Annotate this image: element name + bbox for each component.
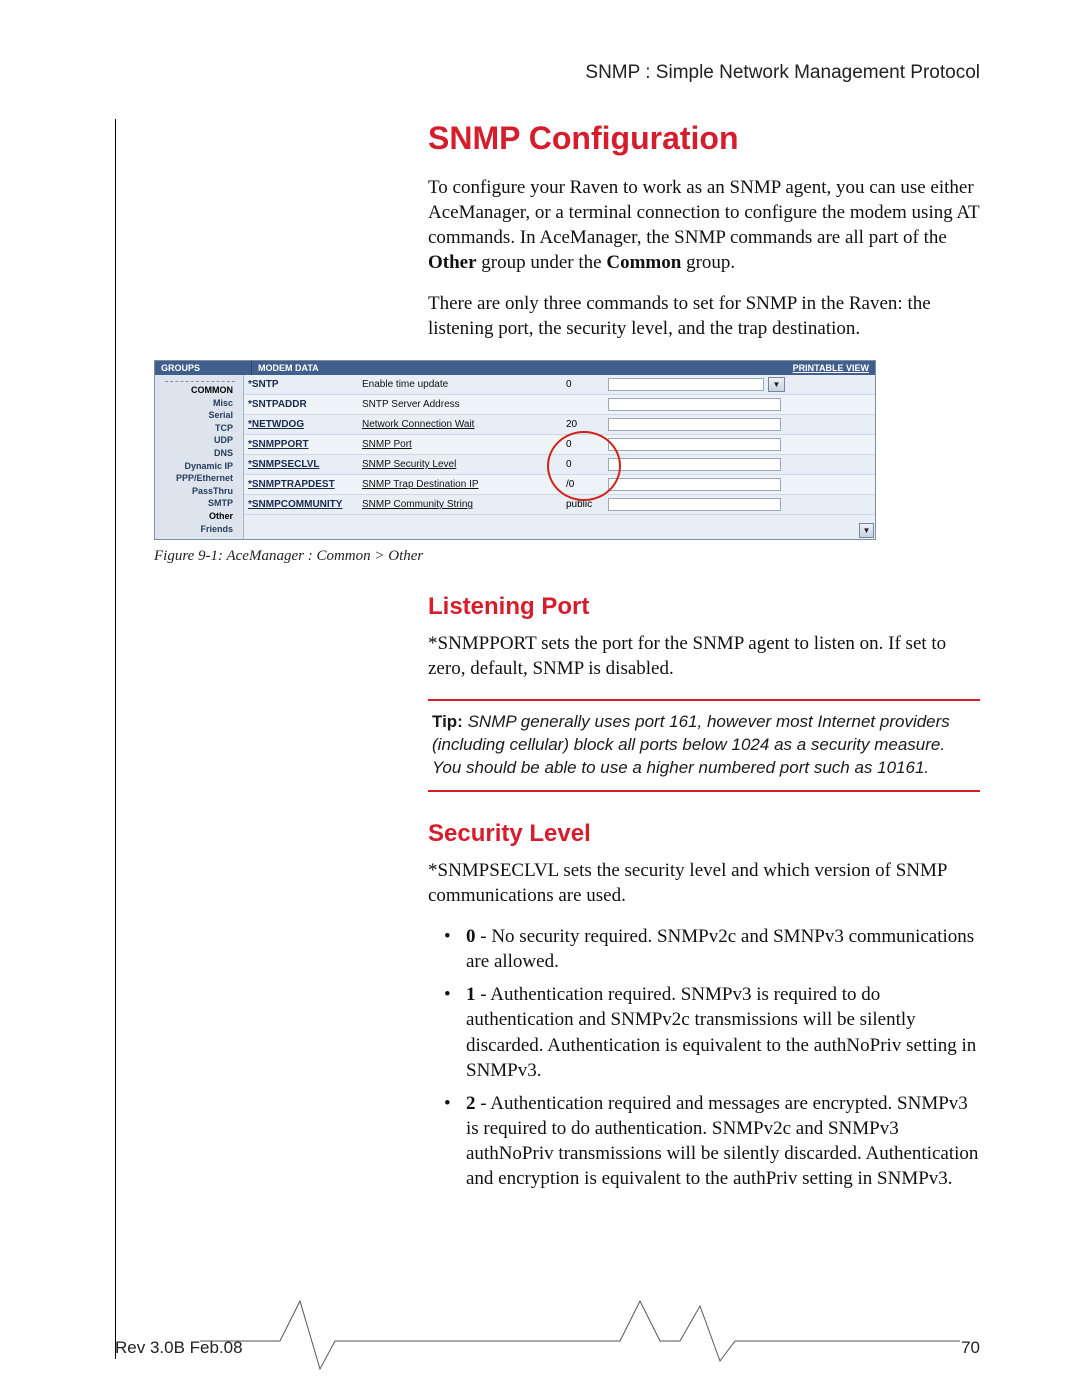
ace-side-passthru[interactable]: PassThru <box>155 485 239 498</box>
row-name[interactable]: *NETWDOG <box>248 419 358 430</box>
ace-header-groups: GROUPS <box>155 361 252 375</box>
ace-side-ppp[interactable]: PPP/Ethernet <box>155 472 239 485</box>
tip-label: Tip: <box>432 712 463 731</box>
security-level-list: 0 - No security required. SNMPv2c and SM… <box>444 924 980 1191</box>
row-desc[interactable]: SNMP Security Level <box>362 459 562 470</box>
row-desc: Enable time update <box>362 379 562 390</box>
ace-side-serial[interactable]: Serial <box>155 409 239 422</box>
ace-side-common[interactable]: COMMON <box>155 384 239 397</box>
row-desc[interactable]: Network Connection Wait <box>362 419 562 430</box>
heading-security-level: Security Level <box>428 820 980 848</box>
row-desc[interactable]: SNMP Port <box>362 439 562 450</box>
row-val: 20 <box>566 419 604 430</box>
scroll-down-icon[interactable]: ▼ <box>859 523 874 538</box>
acemanager-screenshot: GROUPS MODEM DATA PRINTABLE VIEW COMMON … <box>154 360 876 540</box>
row-input[interactable] <box>608 478 781 491</box>
tip-box: Tip: SNMP generally uses port 161, howev… <box>428 699 980 792</box>
ace-side-other[interactable]: Other <box>155 510 239 523</box>
intro-1c: group under the <box>477 252 607 273</box>
row-input[interactable] <box>608 438 781 451</box>
ace-table-header: GROUPS MODEM DATA PRINTABLE VIEW <box>155 361 875 375</box>
table-row: *SNTP Enable time update 0 ▼ <box>244 375 875 395</box>
row-name[interactable]: *SNMPSECLVL <box>248 459 358 470</box>
page-header-breadcrumb: SNMP : Simple Network Management Protoco… <box>585 62 980 84</box>
intro-paragraph-2: There are only three commands to set for… <box>428 291 980 341</box>
row-name: *SNTPADDR <box>248 399 358 410</box>
table-row: *NETWDOG Network Connection Wait 20 <box>244 415 875 435</box>
sec-lvl-1: 1 <box>466 984 476 1005</box>
row-input[interactable] <box>608 378 764 391</box>
figure-caption: Figure 9-1: AceManager : Common > Other <box>154 548 980 565</box>
table-row: *SNTPADDR SNTP Server Address <box>244 395 875 415</box>
ace-side-dns[interactable]: DNS <box>155 447 239 460</box>
ace-side-udp[interactable]: UDP <box>155 434 239 447</box>
intro-paragraph-1: To configure your Raven to work as an SN… <box>428 175 980 275</box>
list-item: 2 - Authentication required and messages… <box>444 1091 980 1191</box>
row-desc[interactable]: SNMP Trap Destination IP <box>362 479 562 490</box>
listening-port-para: *SNMPPORT sets the port for the SNMP age… <box>428 631 980 681</box>
ace-side-smtp[interactable]: SMTP <box>155 497 239 510</box>
row-input[interactable] <box>608 498 781 511</box>
decorative-ecg-line <box>200 1291 960 1371</box>
intro-1b: Other <box>428 252 477 273</box>
row-val: 0 <box>566 379 604 390</box>
heading-listening-port: Listening Port <box>428 593 980 621</box>
sec-lvl-0: 0 <box>466 926 476 947</box>
intro-1d: Common <box>606 252 681 273</box>
table-row: *SNMPCOMMUNITY SNMP Community String pub… <box>244 495 875 515</box>
dropdown-icon[interactable]: ▼ <box>768 377 785 392</box>
ace-side-tcp[interactable]: TCP <box>155 422 239 435</box>
sec-txt-0: - No security required. SNMPv2c and SMNP… <box>466 926 974 972</box>
row-name[interactable]: *SNMPTRAPDEST <box>248 479 358 490</box>
row-desc[interactable]: SNMP Community String <box>362 499 562 510</box>
row-input[interactable] <box>608 458 781 471</box>
footer-revision: Rev 3.0B Feb.08 <box>115 1338 243 1358</box>
sec-txt-1: - Authentication required. SNMPv3 is req… <box>466 984 976 1080</box>
row-input[interactable] <box>608 398 781 411</box>
sec-lvl-2: 2 <box>466 1093 476 1114</box>
list-item: 0 - No security required. SNMPv2c and SM… <box>444 924 980 974</box>
row-desc: SNTP Server Address <box>362 399 562 410</box>
row-name[interactable]: *SNMPCOMMUNITY <box>248 499 358 510</box>
tip-text: SNMP generally uses port 161, however mo… <box>432 712 950 777</box>
row-name[interactable]: *SNMPPORT <box>248 439 358 450</box>
ace-side-dynip[interactable]: Dynamic IP <box>155 460 239 473</box>
ace-sidebar: COMMON Misc Serial TCP UDP DNS Dynamic I… <box>155 375 244 539</box>
ace-side-friends[interactable]: Friends <box>155 523 239 536</box>
intro-1e: group. <box>681 252 735 273</box>
row-name: *SNTP <box>248 379 358 390</box>
intro-1a: To configure your Raven to work as an SN… <box>428 177 979 248</box>
ace-header-printable[interactable]: PRINTABLE VIEW <box>767 361 875 375</box>
footer-page-number: 70 <box>961 1338 980 1358</box>
list-item: 1 - Authentication required. SNMPv3 is r… <box>444 982 980 1082</box>
page-title: SNMP Configuration <box>428 120 980 157</box>
sec-txt-2: - Authentication required and messages a… <box>466 1093 978 1189</box>
ace-side-misc[interactable]: Misc <box>155 397 239 410</box>
ace-header-modemdata: MODEM DATA <box>252 361 767 375</box>
row-input[interactable] <box>608 418 781 431</box>
annotation-circle <box>547 431 621 501</box>
security-intro: *SNMPSECLVL sets the security level and … <box>428 858 980 908</box>
